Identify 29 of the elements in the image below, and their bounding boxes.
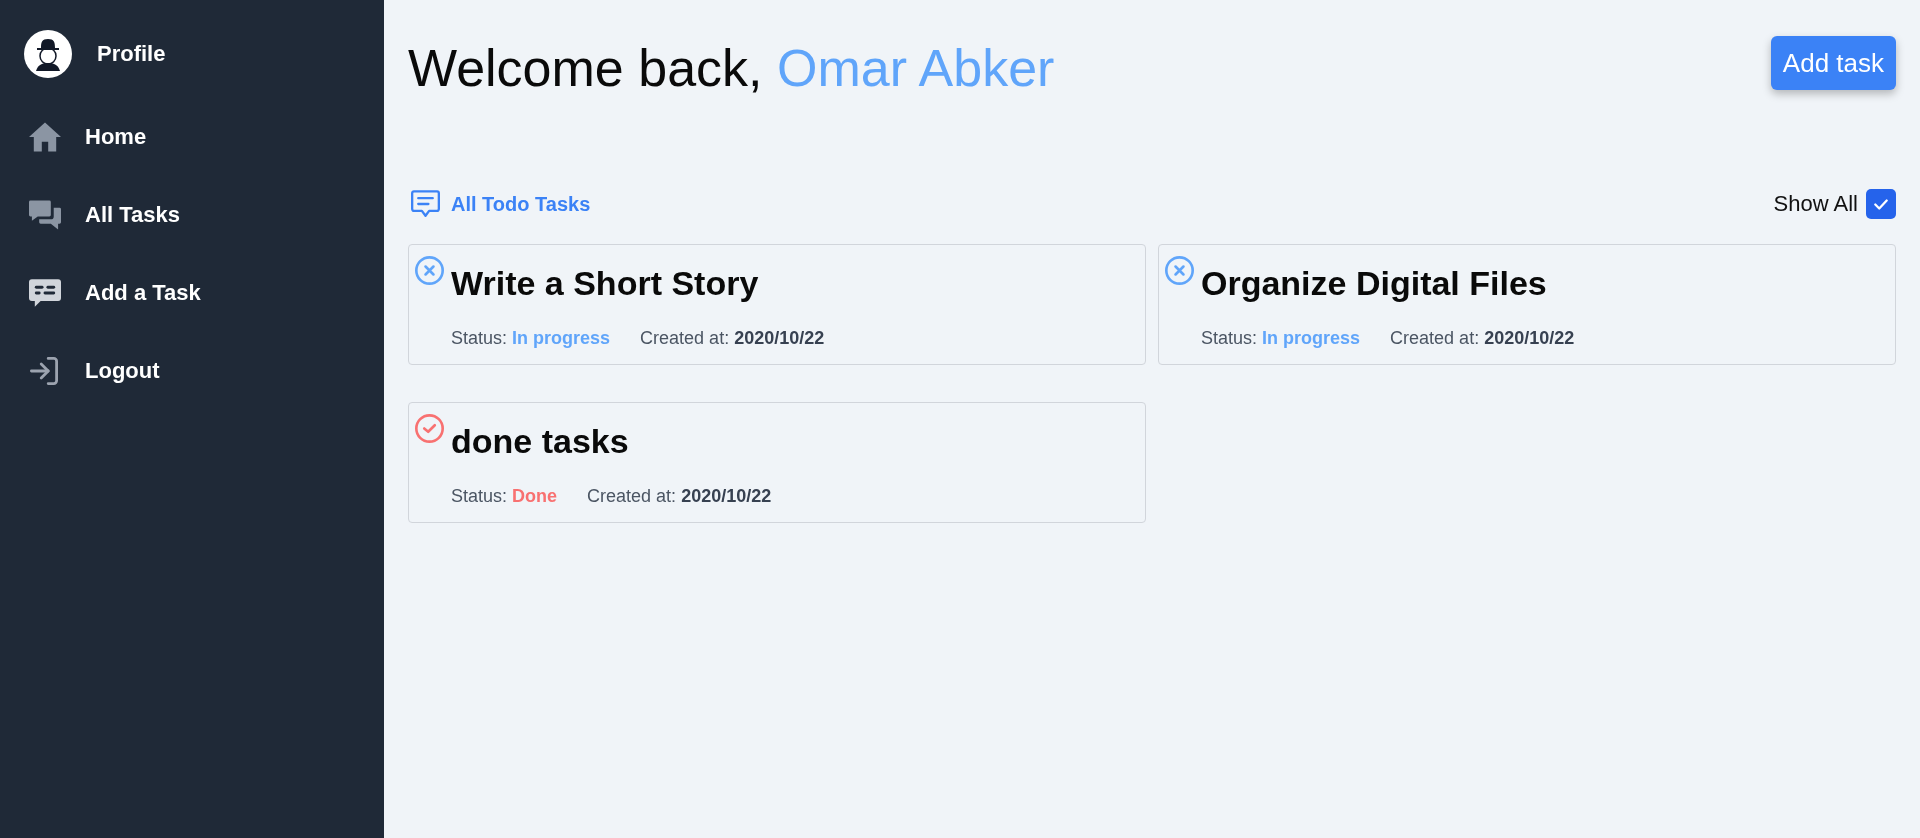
nav-link[interactable]: Logout [85,357,160,385]
message-icon [29,279,61,307]
task-created-date: Created at: 2020/10/22 [587,485,772,508]
add-task-button[interactable]: Add task [1770,36,1896,90]
show-all-checkbox[interactable] [1866,189,1896,219]
profile-link[interactable]: Profile [97,40,166,68]
logout-icon [29,357,59,385]
welcome-heading: Welcome back, Omar Abker [408,38,1055,98]
x-circle-icon[interactable] [415,256,444,285]
task-title: Write a Short Story [451,263,760,303]
task-created-date: Created at: 2020/10/22 [1390,327,1575,350]
task-title: done tasks [451,421,630,461]
nav-link[interactable]: Home [85,123,147,151]
task-status: Status: In progress [1201,327,1361,350]
chat-bubbles-icon [29,200,61,230]
task-title: Organize Digital Files [1201,263,1548,303]
avatar-icon[interactable] [24,30,72,78]
home-icon [29,122,61,152]
x-circle-icon[interactable] [1165,256,1194,285]
nav-link[interactable]: All Tasks [85,201,180,229]
check-icon [1874,198,1888,210]
chat-bubble-icon [411,190,440,218]
check-circle-icon[interactable] [415,414,444,443]
task-status: Status: In progress [451,327,611,350]
section-title: All Todo Tasks [451,192,591,217]
show-all-label: Show All [1773,190,1858,218]
nav-link[interactable]: Add a Task [85,279,201,307]
task-created-date: Created at: 2020/10/22 [640,327,825,350]
task-status: Status: Done [451,485,558,508]
